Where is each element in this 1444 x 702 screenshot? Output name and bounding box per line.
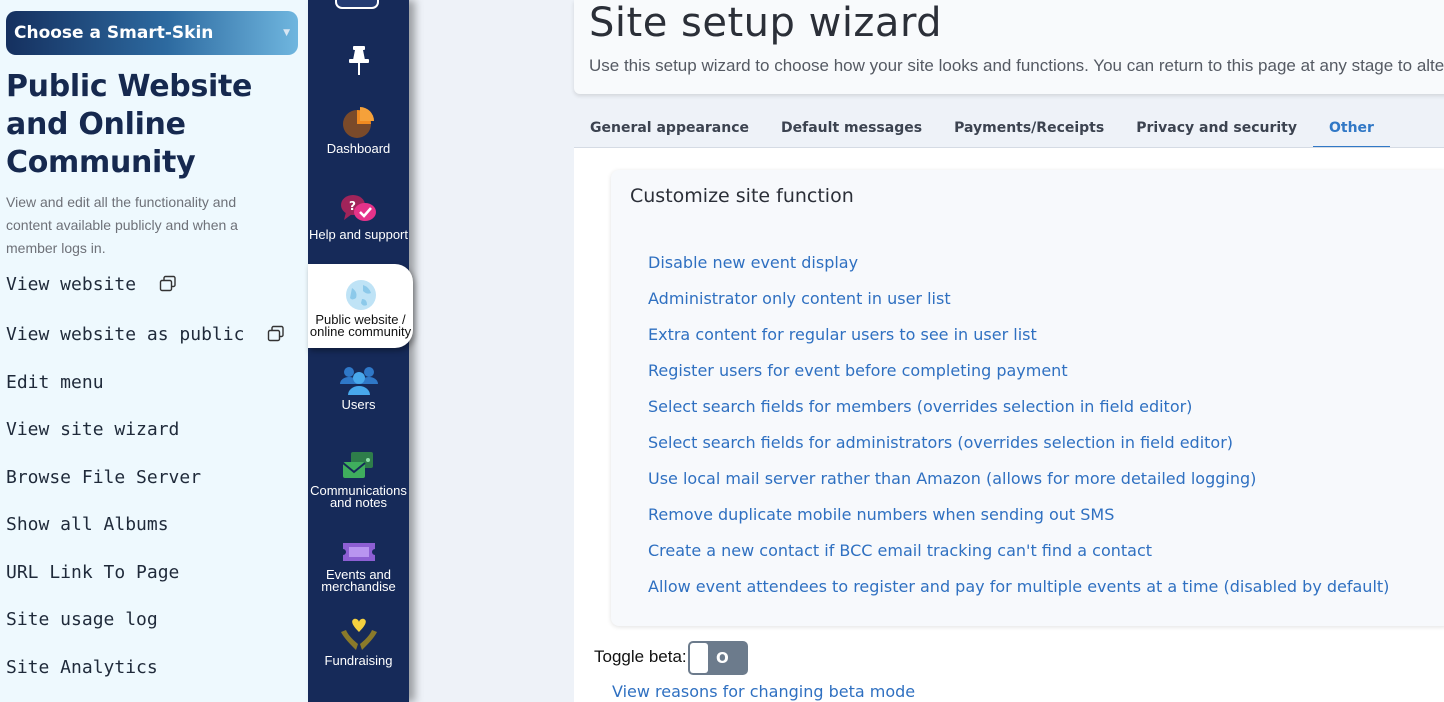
- sidebar-item-notes[interactable]: [308, 0, 409, 17]
- link-extra-content-regular-users[interactable]: Extra content for regular users to see i…: [648, 325, 1037, 344]
- tab-privacy-security[interactable]: Privacy and security: [1120, 110, 1313, 148]
- menu-show-all-albums[interactable]: Show all Albums: [6, 514, 169, 535]
- menu-view-site-wizard[interactable]: View site wizard: [6, 419, 179, 440]
- link-admin-only-content[interactable]: Administrator only content in user list: [648, 289, 951, 308]
- beta-toggle[interactable]: O: [688, 641, 748, 675]
- sidebar-label: Dashboard: [326, 141, 391, 156]
- menu-view-website[interactable]: View website: [6, 274, 177, 298]
- beta-reasons-link[interactable]: View reasons for changing beta mode: [612, 682, 915, 701]
- sidebar-item-pin[interactable]: [308, 44, 409, 81]
- chevron-down-icon: ▼: [283, 28, 290, 38]
- menu-view-website-public[interactable]: View website as public: [6, 324, 285, 348]
- menu-browse-file-server[interactable]: Browse File Server: [6, 467, 201, 488]
- link-search-fields-members[interactable]: Select search fields for members (overri…: [648, 397, 1192, 416]
- link-remove-duplicate-mobiles[interactable]: Remove duplicate mobile numbers when sen…: [648, 505, 1114, 524]
- pin-icon: [348, 46, 369, 75]
- sidebar-label: Fundraising: [324, 653, 393, 668]
- pie-chart-icon: [342, 107, 374, 138]
- sidebar-label: Communications and notes: [310, 483, 407, 510]
- customize-function-card: Customize site function Disable new even…: [611, 170, 1444, 626]
- toggle-state: O: [716, 649, 729, 667]
- link-register-before-payment[interactable]: Register users for event before completi…: [648, 361, 1068, 380]
- external-window-icon: [267, 325, 285, 348]
- icon-sidebar: Dashboard ? Help and support Public webs…: [308, 0, 413, 702]
- globe-icon: [345, 280, 376, 310]
- page-header: Site setup wizard Use this setup wizard …: [574, 0, 1444, 94]
- link-disable-new-event-display[interactable]: Disable new event display: [648, 253, 858, 272]
- wizard-tabs: General appearance Default messages Paym…: [574, 110, 1390, 148]
- sidebar-item-users[interactable]: Users: [308, 364, 409, 411]
- panel-title: Public Website and Online Community: [6, 69, 253, 180]
- link-local-mail-server[interactable]: Use local mail server rather than Amazon…: [648, 469, 1256, 488]
- external-window-icon: [159, 275, 177, 298]
- smart-skin-select-value: Choose a Smart-Skin: [14, 23, 214, 43]
- sidebar-label: Public website / online community: [309, 312, 412, 339]
- sidebar-item-communications[interactable]: Communications and notes: [308, 450, 409, 509]
- tab-general-appearance[interactable]: General appearance: [574, 110, 765, 148]
- menu-label: View website as public: [6, 324, 245, 345]
- left-panel: Choose a Smart-Skin ▼ Public Website and…: [0, 0, 308, 702]
- link-multiple-event-registration[interactable]: Allow event attendees to register and pa…: [648, 577, 1389, 596]
- sidebar-label: Events and merchandise: [321, 567, 396, 594]
- ticket-icon: [342, 543, 375, 561]
- panel-description: View and edit all the functionality and …: [6, 194, 238, 256]
- sidebar-item-public-website[interactable]: Public website / online community: [308, 264, 413, 348]
- sidebar-item-help[interactable]: ? Help and support: [308, 192, 409, 241]
- page-subtitle: Use this setup wizard to choose how your…: [589, 56, 1444, 75]
- chat-bubbles-icon: ?: [340, 195, 376, 221]
- menu-site-analytics[interactable]: Site Analytics: [6, 657, 158, 678]
- link-bcc-create-contact[interactable]: Create a new contact if BCC email tracki…: [648, 541, 1152, 560]
- tab-payments-receipts[interactable]: Payments/Receipts: [938, 110, 1120, 148]
- menu-url-link-to-page[interactable]: URL Link To Page: [6, 562, 179, 583]
- menu-site-usage-log[interactable]: Site usage log: [6, 609, 158, 630]
- sidebar-label: Users: [341, 397, 376, 412]
- sidebar-item-fundraising[interactable]: Fundraising: [308, 618, 409, 667]
- menu-label: View website: [6, 274, 137, 295]
- tab-default-messages[interactable]: Default messages: [765, 110, 938, 148]
- sidebar-item-events[interactable]: Events and merchandise: [308, 538, 409, 593]
- envelope-icon: [341, 452, 373, 478]
- link-search-fields-admins[interactable]: Select search fields for administrators …: [648, 433, 1233, 452]
- section-title: Customize site function: [630, 185, 854, 207]
- page-title: Site setup wizard: [589, 0, 943, 46]
- users-icon: [339, 367, 378, 395]
- sidebar-item-dashboard[interactable]: Dashboard: [308, 106, 409, 155]
- toggle-beta-label: Toggle beta:: [594, 647, 687, 666]
- tab-other[interactable]: Other: [1312, 110, 1390, 148]
- menu-edit-menu[interactable]: Edit menu: [6, 372, 104, 393]
- smart-skin-select[interactable]: Choose a Smart-Skin ▼: [6, 11, 298, 55]
- toggle-knob: [690, 643, 708, 673]
- sidebar-label: Help and support: [308, 227, 408, 242]
- heart-hands-icon: [340, 618, 377, 650]
- notes-icon: [334, 0, 379, 9]
